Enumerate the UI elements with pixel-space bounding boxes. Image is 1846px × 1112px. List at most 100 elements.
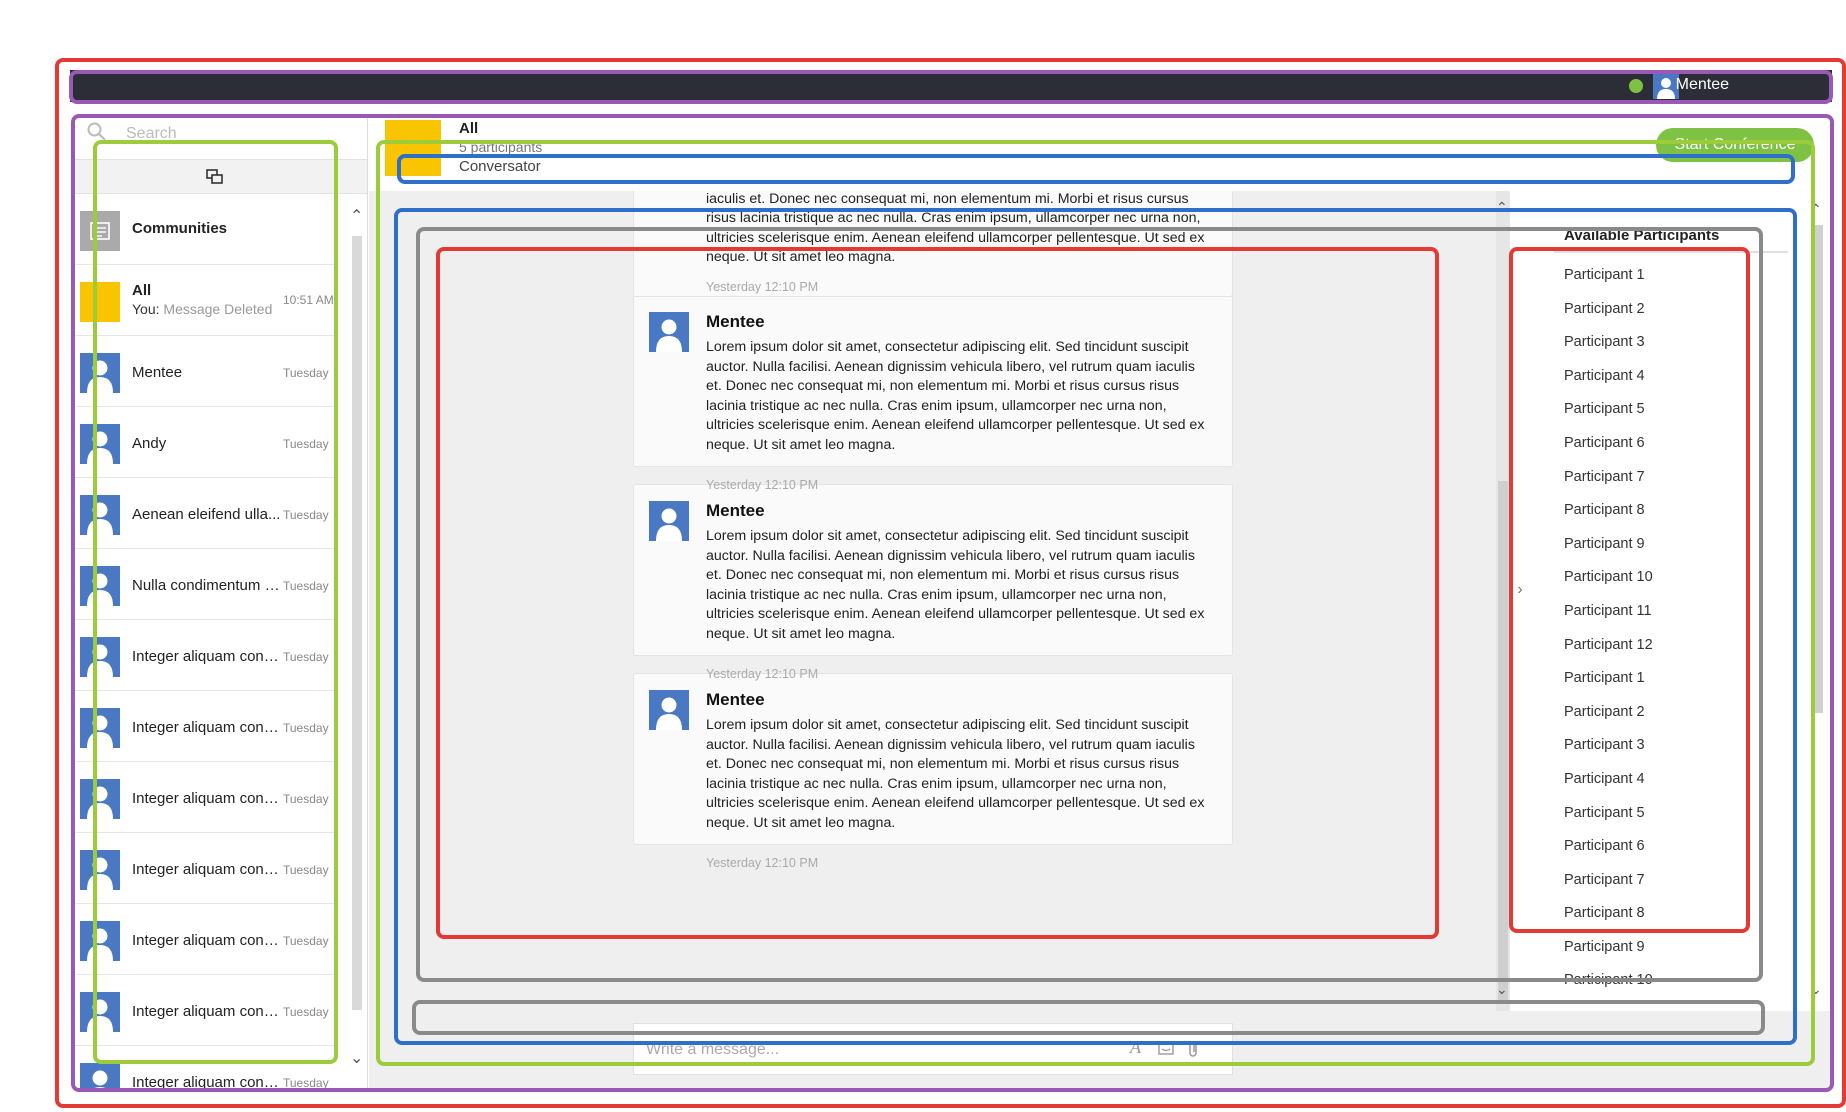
message-author: Mentee xyxy=(706,501,765,520)
participant-item[interactable]: Participant 1 xyxy=(1564,670,1653,704)
conversation-time: Tuesday xyxy=(283,792,329,806)
user-avatar-icon xyxy=(80,424,120,464)
top-bar: Mentee xyxy=(70,70,1832,102)
search-input[interactable] xyxy=(126,122,356,146)
conversation-name: Communities xyxy=(132,220,228,237)
collapse-panel-icon[interactable]: › xyxy=(1510,581,1530,599)
participant-item[interactable]: Participant 2 xyxy=(1564,301,1653,335)
conversation-time: Tuesday xyxy=(283,863,329,877)
emoji-icon[interactable] xyxy=(1158,1040,1174,1056)
conversation-item[interactable]: All You: Message Deleted 10:51 AM xyxy=(72,265,335,336)
preview-text: Message Deleted xyxy=(163,301,273,317)
scroll-track[interactable] xyxy=(1813,225,1823,713)
current-user-name[interactable]: Mentee xyxy=(1676,76,1729,94)
conversation-time: Tuesday xyxy=(283,934,329,948)
scroll-up-icon[interactable]: ⌃ xyxy=(350,206,363,226)
format-text-icon[interactable]: A xyxy=(1130,1037,1141,1058)
participant-item[interactable]: Participant 4 xyxy=(1564,368,1653,402)
scroll-up-icon[interactable]: ⌃ xyxy=(1810,201,1822,218)
scroll-down-icon[interactable]: ⌄ xyxy=(1496,981,1508,998)
scroll-down-icon[interactable]: ⌄ xyxy=(1810,981,1822,998)
conversation-name: Mentee xyxy=(132,364,183,381)
conversation-name: Integer aliquam conse... xyxy=(132,861,282,878)
conversation-item[interactable]: Communities xyxy=(72,194,335,265)
participant-item[interactable]: Participant 6 xyxy=(1564,435,1653,469)
conversation-item[interactable]: Integer aliquam conse... Tuesday xyxy=(72,762,335,833)
participant-item[interactable]: Participant 9 xyxy=(1564,536,1653,570)
conversation-name: Integer aliquam conse... xyxy=(132,719,282,736)
participant-item[interactable]: Participant 8 xyxy=(1564,502,1653,536)
user-avatar-icon xyxy=(80,1063,120,1092)
participant-item[interactable]: Participant 5 xyxy=(1564,401,1653,435)
conversation-role: Conversator xyxy=(459,158,541,175)
participant-item[interactable]: Participant 10 xyxy=(1564,972,1653,1006)
scroll-thumb[interactable] xyxy=(1498,481,1508,1001)
conversation-name: Integer aliquam conse... xyxy=(132,1074,282,1091)
participant-item[interactable]: Participant 6 xyxy=(1564,838,1653,872)
preview-sender: You: xyxy=(132,301,164,317)
start-conference-button[interactable]: Start Conference xyxy=(1656,128,1814,162)
conversation-item[interactable]: Integer aliquam conse... Tuesday xyxy=(72,904,335,975)
participants-scrollbar[interactable]: ⌃ ⌄ xyxy=(1810,201,1826,1011)
participant-item[interactable]: Participant 8 xyxy=(1564,905,1653,939)
conversation-item[interactable]: Nulla condimentum ti... Tuesday xyxy=(72,549,335,620)
participant-item[interactable]: Participant 3 xyxy=(1564,737,1653,771)
sidebar-scrollbar[interactable]: ⌃ ⌄ xyxy=(350,206,364,1092)
conversation-item[interactable]: Integer aliquam conse... Tuesday xyxy=(72,1046,335,1092)
conversation-item[interactable]: Andy Tuesday xyxy=(72,407,335,478)
user-avatar-icon xyxy=(80,992,120,1032)
communities-icon xyxy=(80,211,120,251)
participant-item[interactable]: Participant 7 xyxy=(1564,469,1653,503)
chat-scrollbar[interactable]: ⌃ ⌄ xyxy=(1496,191,1510,1011)
conversation-sidebar: Communities All You: Message Deleted 10:51 … xyxy=(72,114,368,1092)
conversation-item[interactable]: Integer aliquam conse... Tuesday xyxy=(72,620,335,691)
conversation-item[interactable]: Mentee Tuesday xyxy=(72,336,335,407)
scroll-down-icon[interactable]: ⌄ xyxy=(350,1048,363,1068)
message-card: Mentee Lorem ipsum dolor sit amet, consec… xyxy=(633,673,1233,870)
conversation-list: Communities All You: Message Deleted 10:51 … xyxy=(72,194,335,1092)
search-bar xyxy=(72,114,367,160)
scroll-track[interactable] xyxy=(352,236,362,1010)
conversation-time: Tuesday xyxy=(283,1005,329,1019)
participant-item[interactable]: Participant 9 xyxy=(1564,939,1653,973)
conversation-name: Nulla condimentum ti... xyxy=(132,577,282,594)
conversation-item[interactable]: Aenean eleifend ulla... Tuesday xyxy=(72,478,335,549)
new-conversation-icon[interactable] xyxy=(206,169,224,185)
participant-item[interactable]: Participant 11 xyxy=(1564,603,1653,637)
conversation-item[interactable]: Integer aliquam conse... Tuesday xyxy=(72,691,335,762)
conversation-item[interactable]: Integer aliquam conse... Tuesday xyxy=(72,975,335,1046)
message-input[interactable] xyxy=(646,1038,1096,1062)
group-avatar xyxy=(385,120,441,176)
conversation-item[interactable]: Integer aliquam conse... Tuesday xyxy=(72,833,335,904)
scroll-up-icon[interactable]: ⌃ xyxy=(1496,199,1508,216)
message-timestamp: Yesterday 12:10 PM xyxy=(706,478,819,492)
conversation-time: Tuesday xyxy=(283,508,329,522)
message-author: Mentee xyxy=(706,690,765,709)
participant-count[interactable]: 5 participants xyxy=(459,139,542,155)
conversation-time: Tuesday xyxy=(283,579,329,593)
message-author: Mentee xyxy=(706,312,765,331)
conversation-name: All xyxy=(132,282,152,299)
group-avatar xyxy=(80,282,120,322)
participant-list: Participant 1 Participant 2 Participant 3P… xyxy=(1564,267,1653,1006)
online-status-dot xyxy=(1629,79,1643,93)
participant-item[interactable]: Participant 12 xyxy=(1564,637,1653,671)
conversation-name: Integer aliquam conse... xyxy=(132,932,282,949)
participant-item[interactable]: Participant 5 xyxy=(1564,805,1653,839)
attachment-icon[interactable] xyxy=(1186,1040,1200,1058)
message-timestamp: Yesterday 12:10 PM xyxy=(706,280,819,294)
new-conversation-bar[interactable] xyxy=(72,160,367,194)
conversation-title: All xyxy=(459,120,479,137)
conversation-pane: All 5 participants Conversator Start Con… xyxy=(369,114,1830,1092)
participant-item[interactable]: Participant 2 xyxy=(1564,704,1653,738)
user-avatar-icon xyxy=(80,779,120,819)
message-timestamp: Yesterday 12:10 PM xyxy=(706,856,819,870)
participant-item[interactable]: Participant 3 xyxy=(1564,334,1653,368)
heading-divider xyxy=(1554,251,1788,253)
participant-item[interactable]: Participant 1 xyxy=(1564,267,1653,301)
message-card: Mentee Lorem ipsum dolor sit amet, consec… xyxy=(633,484,1233,681)
participant-item[interactable]: Participant 4 xyxy=(1564,771,1653,805)
participant-item[interactable]: Participant 7 xyxy=(1564,872,1653,906)
conversation-name: Integer aliquam conse... xyxy=(132,648,282,665)
participant-item[interactable]: Participant 10 xyxy=(1564,569,1653,603)
